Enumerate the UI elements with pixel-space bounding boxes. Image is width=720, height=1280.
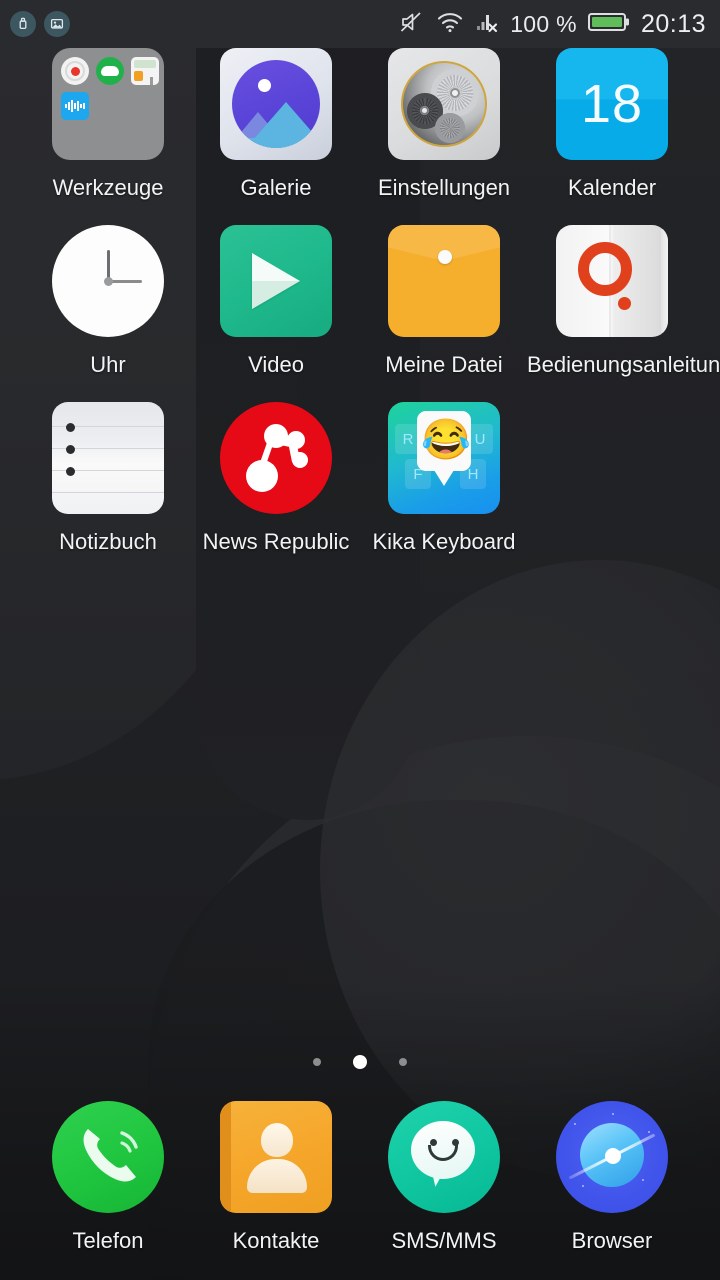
app-label: Bedienungsanleitung	[527, 351, 697, 378]
battery-percent-label: 100 %	[510, 11, 577, 38]
notebook-icon	[52, 402, 164, 514]
app-label: Galerie	[191, 174, 361, 201]
calculator-mini-icon	[131, 57, 159, 85]
recorder-mini-icon	[61, 57, 89, 85]
weather-mini-icon	[96, 57, 124, 85]
messages-icon	[388, 1101, 500, 1213]
app-slot-empty	[528, 402, 696, 555]
app-kika-keyboard[interactable]: R U F H 😂 Kika Keyboard	[360, 402, 528, 555]
status-bar-clock: 20:13	[641, 10, 706, 39]
app-label: Werkzeuge	[23, 174, 193, 201]
home-screen: 100 % 20:13	[0, 0, 720, 1280]
app-notizbuch[interactable]: Notizbuch	[24, 402, 192, 555]
app-kalender[interactable]: 18 Kalender	[528, 48, 696, 201]
status-bar-notifications[interactable]	[10, 11, 70, 37]
gallery-icon	[220, 48, 332, 160]
browser-planet-icon	[556, 1101, 668, 1213]
app-label: Einstellungen	[359, 174, 529, 201]
app-label: Kontakte	[191, 1227, 361, 1254]
app-label: SMS/MMS	[359, 1227, 529, 1254]
app-meine-datei[interactable]: Meine Datei	[360, 225, 528, 378]
app-browser[interactable]: Browser	[528, 1101, 696, 1254]
news-republic-icon	[220, 402, 332, 514]
app-label: News Republic	[191, 528, 361, 555]
app-einstellungen[interactable]: Einstellungen	[360, 48, 528, 201]
contacts-icon	[220, 1101, 332, 1213]
app-label: Notizbuch	[23, 528, 193, 555]
app-kontakte[interactable]: Kontakte	[192, 1101, 360, 1254]
page-dot-3[interactable]	[399, 1058, 407, 1066]
app-label: Kalender	[527, 174, 697, 201]
app-sms-mms[interactable]: SMS/MMS	[360, 1101, 528, 1254]
battery-icon	[588, 11, 630, 38]
status-bar[interactable]: 100 % 20:13	[0, 0, 720, 48]
tools-folder-icon	[52, 48, 164, 160]
dock: Telefon Kontakte	[0, 1101, 720, 1254]
app-news-republic[interactable]: News Republic	[192, 402, 360, 555]
file-manager-envelope-icon	[388, 225, 500, 337]
app-galerie[interactable]: Galerie	[192, 48, 360, 201]
app-label: Meine Datei	[359, 351, 529, 378]
usb-icon[interactable]	[10, 11, 36, 37]
app-label: Telefon	[23, 1227, 193, 1254]
calendar-icon: 18	[556, 48, 668, 160]
joy-emoji-icon: 😂	[421, 417, 467, 463]
app-telefon[interactable]: Telefon	[24, 1101, 192, 1254]
app-label: Kika Keyboard	[359, 528, 529, 555]
app-bedienungsanleitung[interactable]: Bedienungsanleitung	[528, 225, 696, 378]
screenshot-icon[interactable]	[44, 11, 70, 37]
app-row-2: Uhr Video Meine Datei	[0, 225, 720, 378]
app-grid: Werkzeuge Galerie	[0, 48, 720, 579]
app-row-3: Notizbuch	[0, 402, 720, 555]
wifi-icon	[436, 10, 464, 39]
app-uhr[interactable]: Uhr	[24, 225, 192, 378]
page-dot-2-active[interactable]	[353, 1055, 367, 1069]
kika-keyboard-icon: R U F H 😂	[388, 402, 500, 514]
app-row-1: Werkzeuge Galerie	[0, 48, 720, 201]
phone-icon	[52, 1101, 164, 1213]
video-play-icon	[220, 225, 332, 337]
settings-gears-icon	[388, 48, 500, 160]
status-bar-indicators[interactable]: 100 % 20:13	[399, 10, 706, 39]
app-label: Uhr	[23, 351, 193, 378]
user-manual-icon	[556, 225, 668, 337]
app-werkzeuge[interactable]: Werkzeuge	[24, 48, 192, 201]
app-video[interactable]: Video	[192, 225, 360, 378]
sound-recorder-mini-icon	[61, 92, 89, 120]
signal-no-sim-icon	[475, 10, 499, 39]
app-label: Video	[191, 351, 361, 378]
page-indicator[interactable]	[0, 1055, 720, 1069]
app-label: Browser	[527, 1227, 697, 1254]
page-dot-1[interactable]	[313, 1058, 321, 1066]
calendar-day-number: 18	[556, 48, 668, 160]
clock-icon	[52, 225, 164, 337]
mute-icon	[399, 10, 425, 39]
